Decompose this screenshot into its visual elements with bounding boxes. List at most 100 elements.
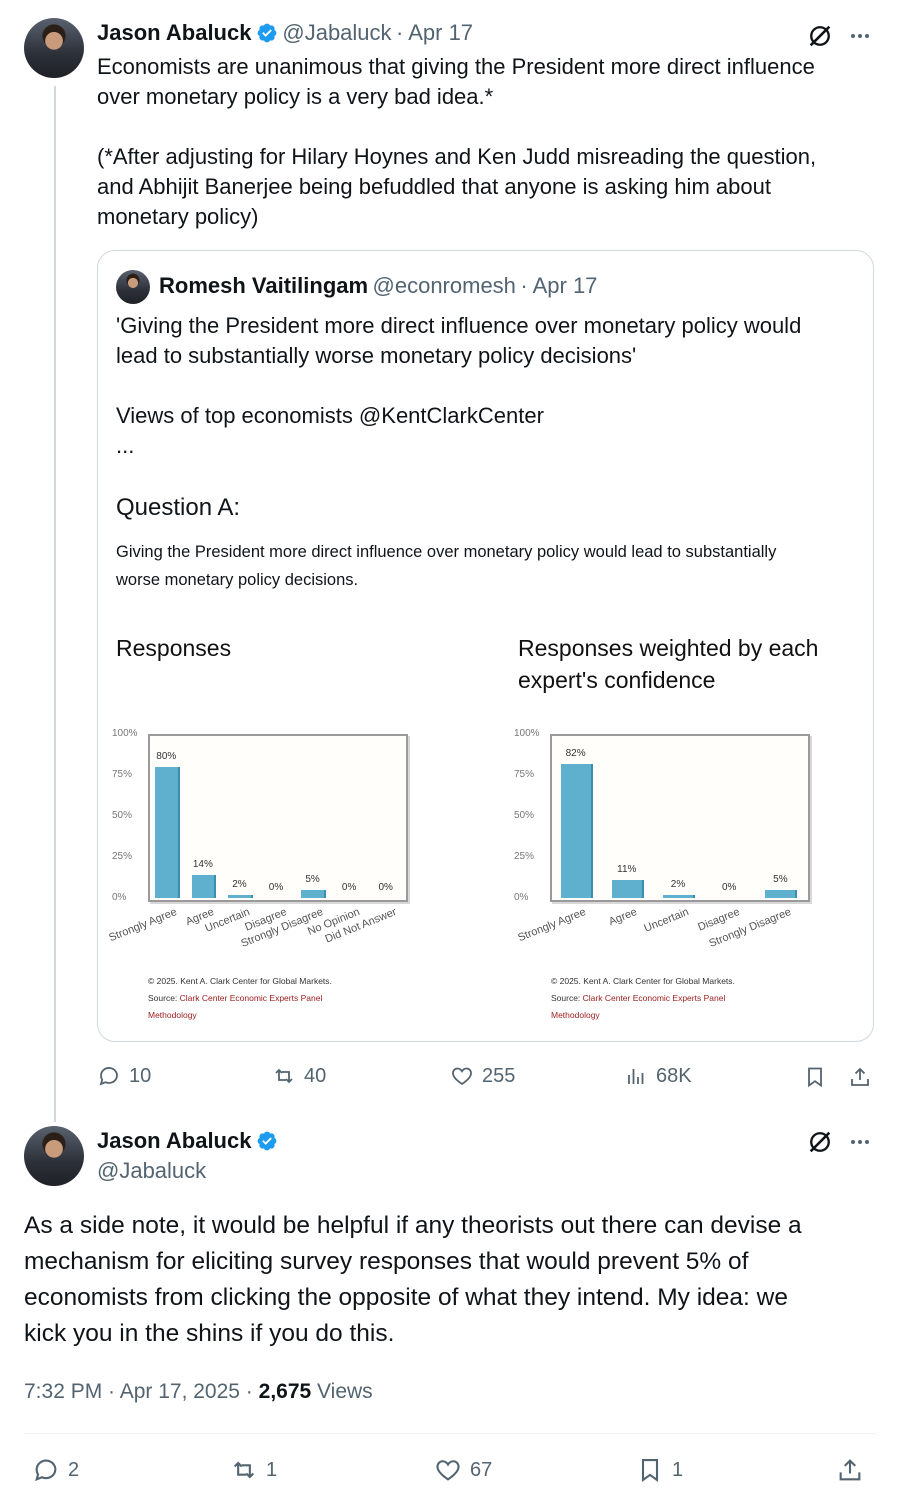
question-text-line: worse monetary policy decisions.: [116, 571, 359, 589]
chart-bar: [191, 875, 215, 898]
bar-value-label: 0%: [378, 882, 393, 893]
like-button[interactable]: 67: [434, 1456, 492, 1484]
like-button[interactable]: 255: [450, 1064, 515, 1088]
author-name[interactable]: Jason Abaluck: [97, 1128, 251, 1153]
chart-title-line: expert's confidence: [518, 667, 716, 693]
bar-value-label: 14%: [192, 859, 213, 871]
main-tweet-body: As a side note, it would be helpful if a…: [24, 1208, 884, 1352]
bookmark-button[interactable]: 1: [636, 1456, 683, 1484]
author-handle[interactable]: @Jabaluck: [282, 20, 391, 45]
chart-footer: © 2025. Kent A. Clark Center for Global …: [148, 976, 332, 1020]
bookmark-icon[interactable]: [803, 1065, 827, 1089]
quoted-text-line: lead to substantially worse monetary pol…: [116, 343, 637, 368]
copyright-text: © 2025. Kent A. Clark Center for Global …: [148, 976, 332, 986]
chart-footer: © 2025. Kent A. Clark Center for Global …: [551, 976, 735, 1020]
bar-value-label: 0%: [721, 882, 737, 893]
chart-bar: [611, 879, 642, 898]
quoted-text-line: ...: [116, 433, 135, 458]
bar-value-label: 5%: [773, 873, 788, 885]
more-options-icon[interactable]: [848, 1130, 872, 1154]
reply-icon: [35, 1459, 57, 1482]
repost-icon: [233, 1461, 255, 1479]
bar-value-label: 2%: [670, 878, 686, 890]
bar-value-label: 82%: [565, 747, 586, 759]
chart-title-line: Responses weighted by each: [518, 635, 819, 661]
quoted-text-line: Views of top economists @KentClarkCenter: [116, 403, 544, 428]
tweet-timestamp: 7:32 PM · Apr 17, 2025 · 2,675 Views: [24, 1380, 373, 1404]
reply-count: 10: [129, 1064, 152, 1087]
quoted-author-name: Romesh Vaitilingam: [159, 273, 369, 298]
source-link[interactable]: Clark Center Economic Experts Panel: [583, 993, 726, 1003]
tweet-text-line: and Abhijit Banerjee being befuddled tha…: [97, 174, 771, 199]
y-tick-label: 25%: [112, 851, 133, 862]
question-text-line: Giving the President more direct influen…: [116, 543, 777, 561]
reply-count: 2: [68, 1458, 80, 1481]
more-options-icon[interactable]: [848, 24, 872, 48]
author-handle[interactable]: @Jabaluck: [97, 1158, 206, 1184]
repost-count: 1: [266, 1458, 278, 1481]
chart-bar: [228, 894, 251, 898]
analytics-icon: [628, 1069, 644, 1084]
tweet-text-line: mechanism for eliciting survey responses…: [24, 1248, 749, 1275]
tweet-date[interactable]: · Apr 17: [396, 20, 473, 45]
tweet-text-line: kick you in the shins if you do this.: [24, 1320, 395, 1347]
chart-title-responses: Responses: [116, 635, 232, 661]
repost-button[interactable]: 40: [272, 1064, 326, 1088]
quoted-author-avatar: [116, 270, 150, 304]
y-tick-label: 50%: [514, 810, 535, 821]
y-tick-label: 0%: [514, 892, 529, 903]
y-tick-label: 0%: [112, 892, 127, 903]
quoted-text-line: 'Giving the President more direct influe…: [116, 313, 802, 338]
source-label: Source:: [551, 993, 583, 1003]
grok-icon[interactable]: [806, 22, 834, 50]
repost-button[interactable]: 1: [230, 1456, 277, 1484]
bookmark-icon: [641, 1459, 659, 1482]
grok-icon[interactable]: [806, 1128, 834, 1156]
share-icon[interactable]: [848, 1065, 872, 1089]
timestamp-text[interactable]: 7:32 PM · Apr 17, 2025 ·: [24, 1380, 259, 1403]
y-tick-label: 100%: [112, 728, 138, 739]
methodology-link[interactable]: Methodology: [148, 1010, 332, 1020]
author-avatar[interactable]: [24, 1126, 84, 1186]
bar-value-label: 2%: [232, 878, 247, 890]
bar-value-label: 0%: [341, 882, 357, 893]
chart-bar: [301, 889, 324, 898]
chart-bar: [560, 763, 591, 898]
question-text: Giving the President more direct influen…: [116, 538, 866, 594]
y-tick-label: 100%: [514, 728, 540, 739]
bar-value-label: 5%: [305, 873, 320, 885]
chart-plot-frame: [148, 734, 408, 902]
chart-bar: [663, 894, 693, 898]
reply-icon: [99, 1067, 118, 1086]
views-button[interactable]: 68K: [624, 1064, 692, 1088]
views-count: 2,675: [258, 1380, 312, 1403]
tweet-text-line: Economists are unanimous that giving the…: [97, 54, 815, 79]
copyright-text: © 2025. Kent A. Clark Center for Global …: [551, 976, 735, 986]
bar-value-label: 80%: [156, 750, 177, 762]
quoted-author-handle: @econromesh: [372, 273, 516, 298]
author-name[interactable]: Jason Abaluck: [97, 20, 251, 45]
source-link[interactable]: Clark Center Economic Experts Panel: [180, 993, 323, 1003]
heart-icon: [436, 1460, 460, 1481]
y-tick-label: 25%: [514, 851, 535, 862]
tweet-text-line: As a side note, it would be helpful if a…: [24, 1212, 802, 1239]
heart-icon: [452, 1067, 472, 1086]
bar-value-label: 11%: [617, 863, 637, 875]
verified-badge-icon: [257, 23, 277, 43]
repost-icon: [275, 1068, 293, 1084]
thread-connector-line: [54, 86, 56, 1122]
view-count: 68K: [656, 1064, 692, 1087]
author-avatar[interactable]: [24, 18, 84, 78]
chart-bar: [154, 766, 178, 898]
reply-button[interactable]: 10: [97, 1064, 151, 1088]
tweet-header: Jason Abaluck @Jabaluck · Apr 17: [97, 20, 473, 46]
verified-badge-icon: [257, 1131, 277, 1151]
quoted-tweet-date: · Apr 17: [520, 273, 598, 298]
reply-button[interactable]: 2: [32, 1456, 79, 1484]
y-tick-label: 50%: [112, 810, 133, 821]
like-count: 255: [482, 1064, 516, 1087]
source-label: Source:: [148, 993, 180, 1003]
share-icon[interactable]: [836, 1456, 864, 1484]
bar-value-label: 0%: [268, 882, 284, 893]
methodology-link[interactable]: Methodology: [551, 1010, 735, 1020]
